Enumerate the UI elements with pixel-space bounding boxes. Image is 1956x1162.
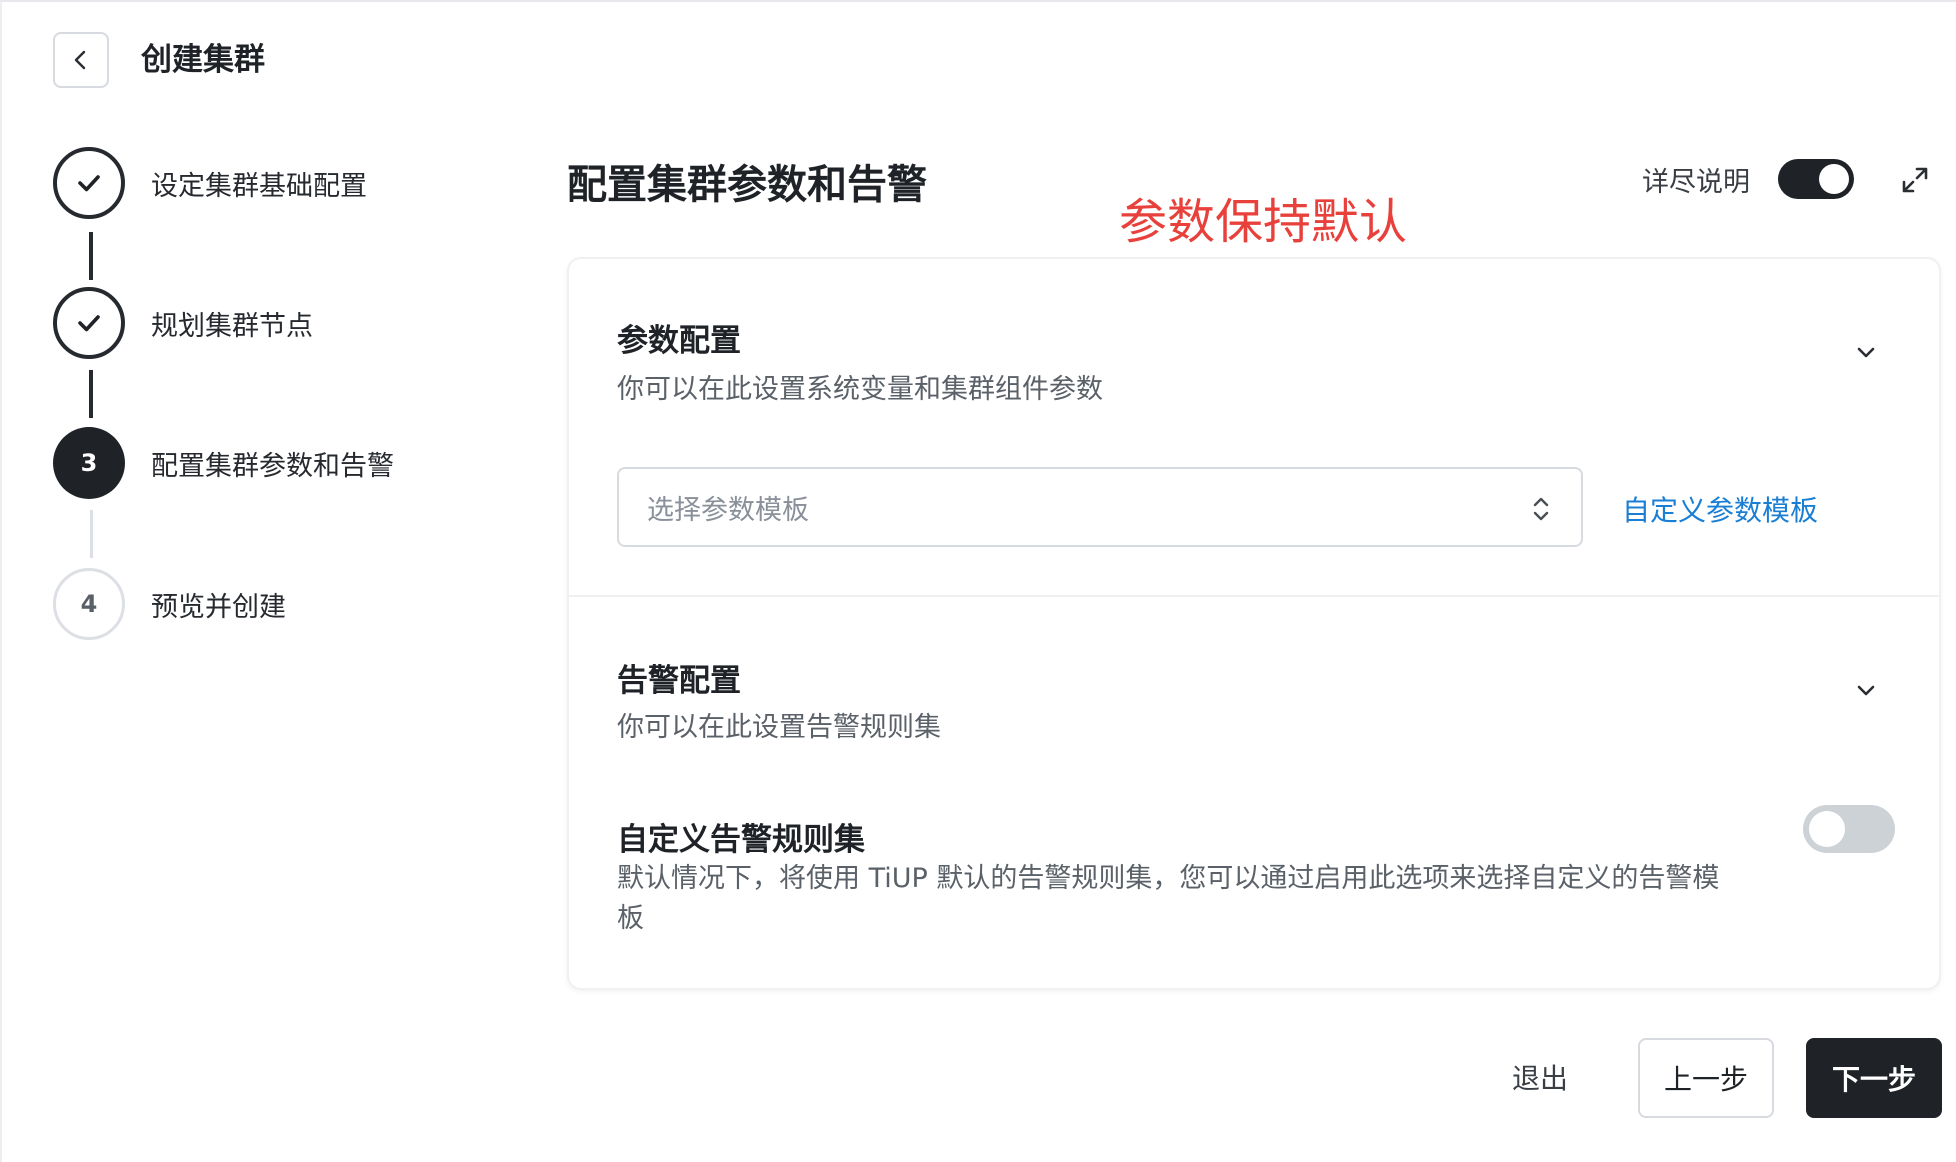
chevron-down-icon [1857,685,1875,696]
section-heading: 配置集群参数和告警 [567,162,927,208]
prev-step-button[interactable]: 上一步 [1638,1038,1774,1118]
step-connector [89,370,93,418]
create-cluster-page: 创建集群 设定集群基础配置 规划集群节点 3 配置集群参数和告警 4 预览并创建… [0,0,1956,1162]
page-title: 创建集群 [141,42,265,78]
step-label: 预览并创建 [151,591,286,623]
step-label: 规划集群节点 [151,310,313,342]
param-template-select[interactable]: 选择参数模板 [617,467,1583,547]
step-label: 配置集群参数和告警 [151,450,394,482]
next-step-button[interactable]: 下一步 [1806,1038,1942,1118]
step-3[interactable]: 3 配置集群参数和告警 [53,427,394,499]
alert-section-description: 你可以在此设置告警规则集 [617,712,941,743]
toggle-knob [1809,811,1845,847]
chevron-left-icon [74,50,86,70]
exit-button[interactable]: 退出 [1512,1057,1568,1097]
custom-alert-title: 自定义告警规则集 [617,822,865,858]
expand-icon [1902,167,1928,193]
step-number: 4 [53,568,125,640]
config-card: 参数配置 你可以在此设置系统变量和集群组件参数 选择参数模板 自定义参数模板 告… [567,257,1941,990]
step-done-indicator [53,147,125,219]
step-4[interactable]: 4 预览并创建 [53,568,286,640]
expand-button[interactable] [1897,162,1933,198]
step-number: 3 [53,427,125,499]
step-label: 设定集群基础配置 [151,170,367,202]
param-section-description: 你可以在此设置系统变量和集群组件参数 [617,374,1103,405]
step-connector [89,232,93,280]
detail-toggle[interactable] [1778,159,1854,199]
custom-alert-toggle[interactable] [1803,805,1895,853]
section-divider [569,595,1939,597]
alert-collapse-button[interactable] [1851,675,1881,705]
annotation-note: 参数保持默认 [1119,194,1408,250]
check-icon [78,175,100,192]
select-placeholder: 选择参数模板 [647,494,809,526]
step-connector [90,510,93,558]
check-icon [78,315,100,332]
back-button[interactable] [53,32,109,88]
select-updown-icon [1533,497,1549,521]
chevron-down-icon [1857,347,1875,358]
custom-alert-description: 默认情况下，将使用 TiUP 默认的告警规则集，您可以通过启用此选项来选择自定义… [617,863,1720,934]
alert-section-title: 告警配置 [617,663,741,699]
custom-param-template-link[interactable]: 自定义参数模板 [1622,489,1818,529]
param-collapse-button[interactable] [1851,337,1881,367]
step-done-indicator [53,287,125,359]
toggle-knob [1819,164,1849,194]
step-2[interactable]: 规划集群节点 [53,287,313,359]
detail-toggle-label: 详尽说明 [1642,167,1750,198]
step-1[interactable]: 设定集群基础配置 [53,147,367,219]
param-section-title: 参数配置 [617,323,741,359]
